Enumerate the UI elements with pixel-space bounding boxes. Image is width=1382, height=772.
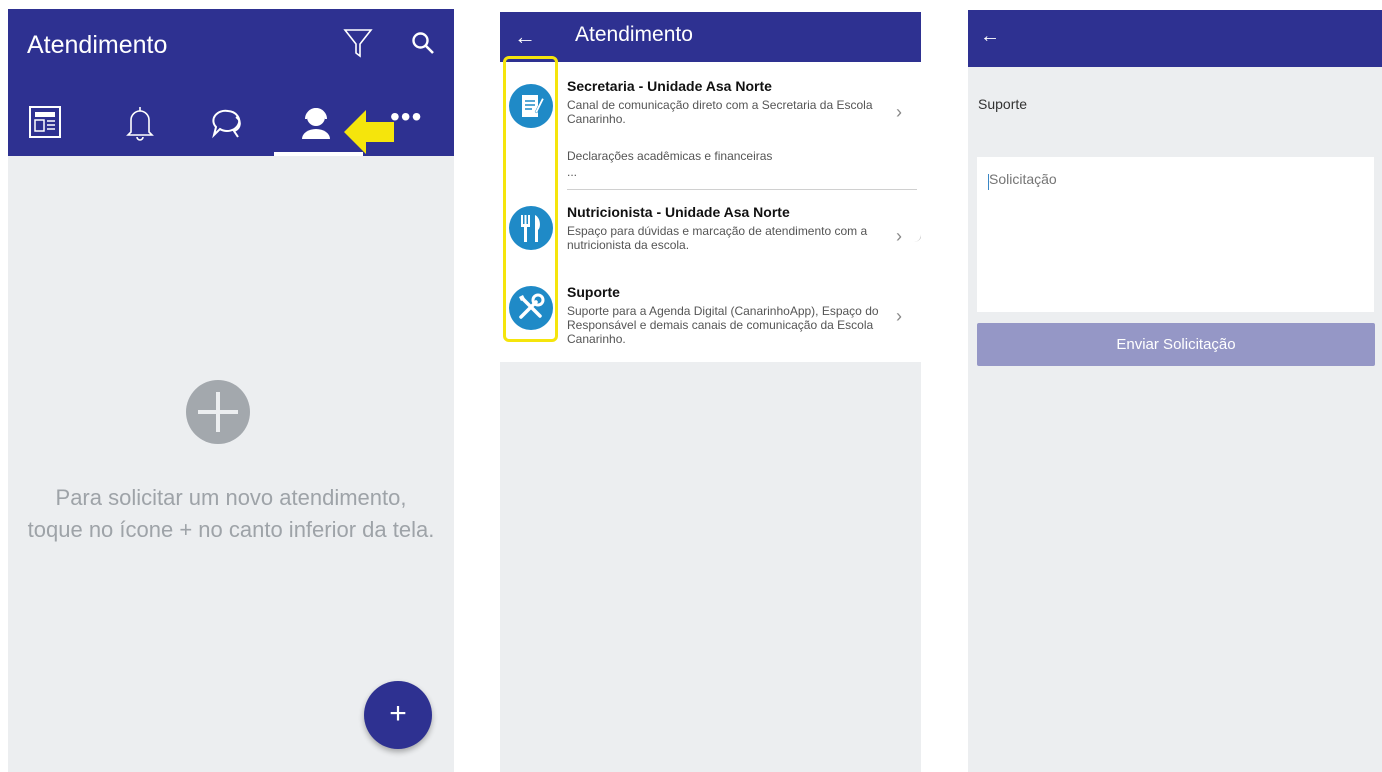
chevron-right-icon: ›: [896, 102, 902, 122]
app-bar: Atendimento •••: [8, 9, 454, 156]
list-item-nutricionista[interactable]: Nutricionista - Unidade Asa Norte Espaço…: [500, 190, 916, 265]
support-icon[interactable]: [298, 105, 338, 141]
chevron-right-icon: ›: [896, 306, 902, 326]
icon-highlight-box: [503, 56, 558, 342]
list-item-secretaria[interactable]: Secretaria - Unidade Asa Norte Canal de …: [500, 62, 916, 189]
item-description: Espaço para dúvidas e marcação de atendi…: [567, 224, 868, 252]
item-extra-ellipsis: ...: [567, 165, 578, 179]
filter-icon[interactable]: [343, 27, 373, 59]
back-button[interactable]: ←: [514, 24, 536, 50]
item-extra: Declarações acadêmicas e financeiras: [567, 149, 773, 163]
page-title: Atendimento: [575, 23, 693, 46]
send-request-button[interactable]: Enviar Solicitação: [977, 323, 1375, 366]
item-title: Suporte: [567, 284, 620, 300]
channel-label: Suporte: [978, 96, 1028, 112]
search-icon[interactable]: [411, 31, 435, 55]
chat-icon[interactable]: [206, 105, 246, 141]
app-bar: ←: [968, 10, 1382, 67]
support-request-screen: ← Suporte Enviar Solicitação: [968, 10, 1382, 772]
arrow-left-icon: [344, 110, 394, 154]
bell-icon[interactable]: [120, 105, 160, 141]
add-circle-icon: [186, 380, 250, 444]
item-title: Nutricionista - Unidade Asa Norte: [567, 204, 790, 220]
page-title: Atendimento: [27, 31, 168, 59]
atendimento-list-screen: Atendimento ••• Para solicitar um novo a…: [8, 9, 454, 772]
back-button[interactable]: ←: [980, 25, 1000, 48]
empty-state-text: toque no ícone + no canto inferior da te…: [27, 517, 435, 542]
request-textarea[interactable]: [977, 157, 1374, 312]
scroll-edge: [914, 62, 921, 242]
item-title: Secretaria - Unidade Asa Norte: [567, 78, 772, 94]
chevron-right-icon: ›: [896, 226, 902, 246]
channel-list: Secretaria - Unidade Asa Norte Canal de …: [500, 62, 921, 362]
item-description: Suporte para a Agenda Digital (Canarinho…: [567, 304, 879, 346]
text-caret: [988, 174, 989, 190]
empty-state-text: Para solicitar um novo atendimento,: [55, 485, 407, 510]
app-bar: ← Atendimento: [500, 12, 921, 62]
new-request-fab[interactable]: +: [364, 681, 432, 749]
channel-list-screen: ← Atendimento Secretaria - Unidade Asa N…: [500, 12, 921, 772]
list-item-suporte[interactable]: Suporte Suporte para a Agenda Digital (C…: [500, 270, 916, 362]
news-icon[interactable]: [26, 105, 66, 141]
item-description: Canal de comunicação direto com a Secret…: [567, 98, 873, 126]
